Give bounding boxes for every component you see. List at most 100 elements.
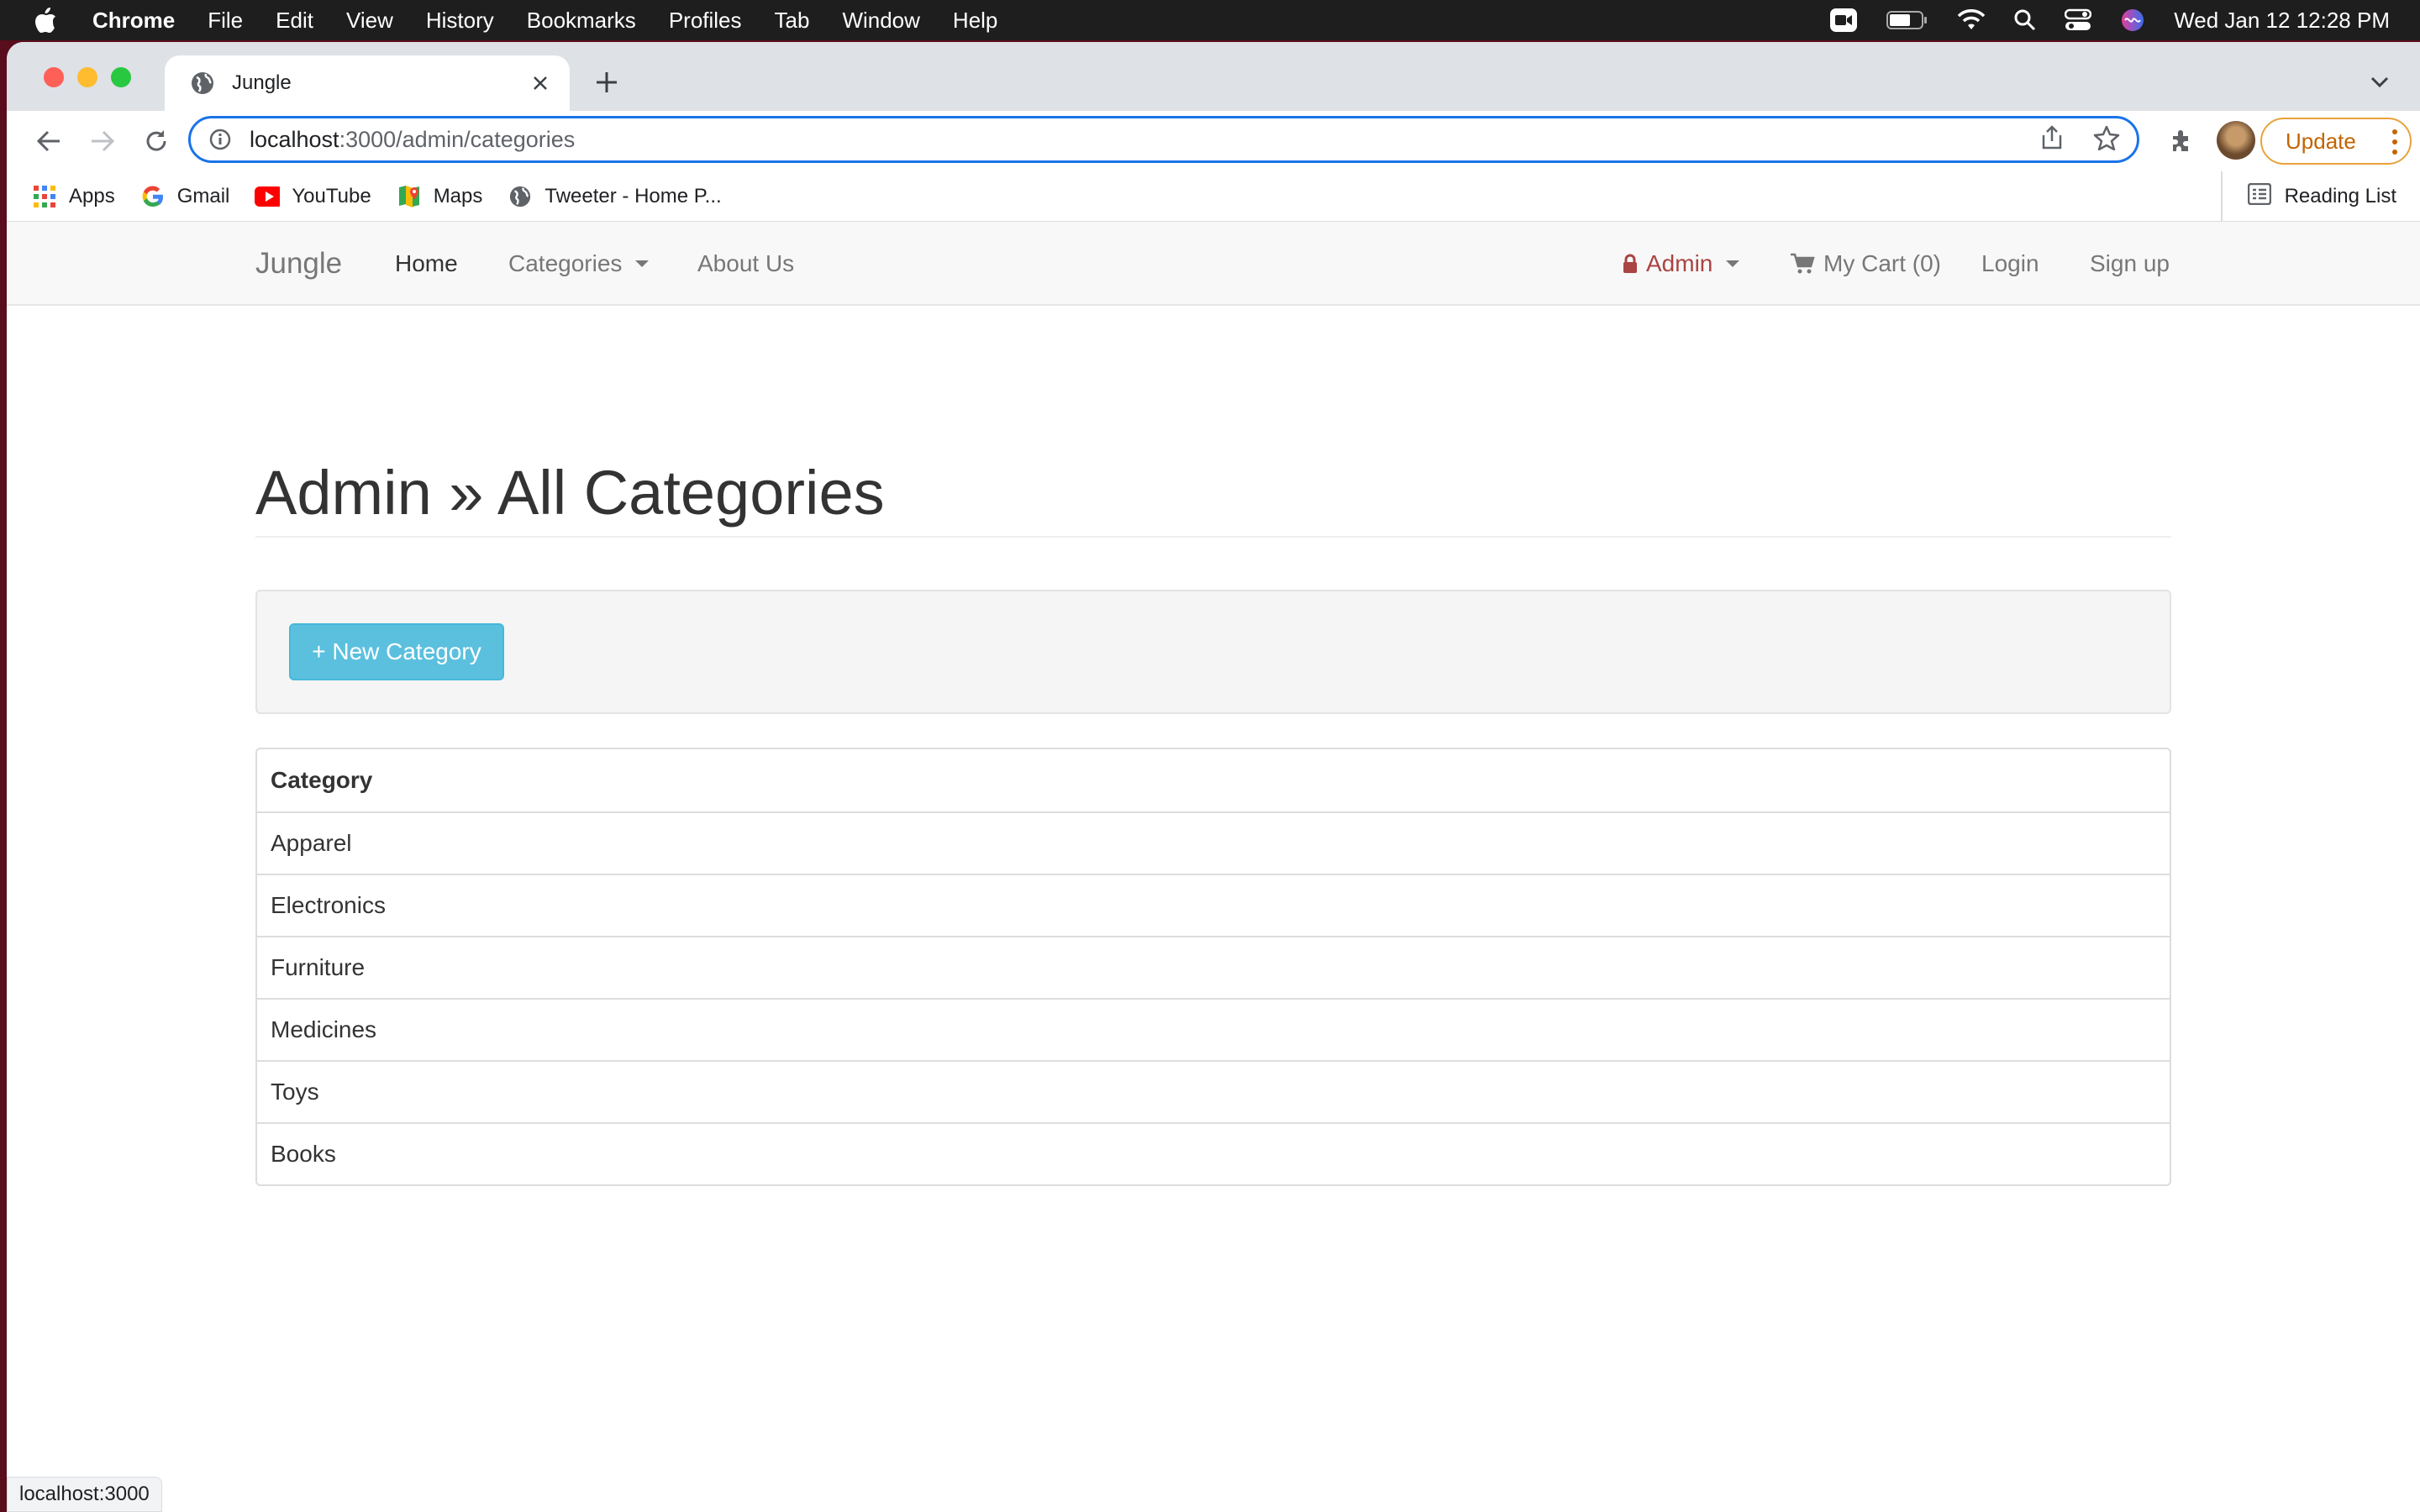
bookmark-gmail[interactable]: Gmail [140,184,230,209]
tab-jungle[interactable]: Jungle [165,55,570,111]
update-chrome-button[interactable]: Update [2260,118,2412,165]
brand-link[interactable]: Jungle [255,247,342,281]
bookmark-label: Tweeter - Home P... [544,184,722,207]
column-header-category: Category [271,767,373,793]
table-header-row: Category [257,749,2170,811]
reading-list-label: Reading List [2284,185,2396,207]
reading-list-icon [2247,182,2271,211]
category-name: Furniture [271,954,366,980]
web-page: Jungle Home Categories About Us Admin My… [7,222,2420,1512]
url-text[interactable]: localhost:3000/admin/categories [250,127,575,153]
shopping-cart-icon [1791,253,1815,274]
share-icon[interactable] [2041,124,2063,155]
caret-down-icon [1726,260,1740,267]
globe-icon [190,71,215,96]
menu-tab[interactable]: Tab [775,8,810,34]
lock-icon [1623,254,1637,273]
table-row: Toys [257,1060,2170,1122]
category-name: Books [271,1141,336,1167]
nav-home[interactable]: Home [395,250,458,277]
bookmark-star-icon[interactable] [2093,125,2120,155]
camera-status-icon[interactable] [1829,8,1858,33]
table-row: Furniture [257,936,2170,998]
profile-avatar[interactable] [2217,121,2255,160]
wifi-icon[interactable] [1957,9,1986,31]
nav-admin-label: Admin [1646,250,1713,276]
nav-about[interactable]: About Us [697,250,794,277]
menu-chrome[interactable]: Chrome [92,8,175,34]
bookmark-maps[interactable]: Maps [397,184,483,209]
zoom-window-button[interactable] [111,67,131,87]
table-row: Electronics [257,874,2170,936]
globe-icon [508,184,533,209]
category-name: Medicines [271,1016,377,1042]
menu-edit[interactable]: Edit [276,8,313,34]
new-tab-icon[interactable] [590,66,623,99]
apple-icon[interactable] [34,6,59,34]
youtube-icon [255,184,281,209]
table-row: Medicines [257,998,2170,1060]
battery-icon[interactable] [1886,10,1928,30]
maps-pin-icon [397,184,422,209]
site-navbar: Jungle Home Categories About Us Admin My… [7,222,2420,306]
category-name: Apparel [271,830,352,856]
macos-menu-bar: Chrome File Edit View History Bookmarks … [0,0,2420,40]
menu-view[interactable]: View [346,8,393,34]
new-category-button[interactable]: + New Category [289,623,504,680]
nav-admin-dropdown[interactable]: Admin [1623,250,1740,277]
nav-login[interactable]: Login [1981,250,2039,277]
browser-toolbar: localhost:3000/admin/categories Update [7,111,2420,171]
categories-table: Category Apparel Electronics Furniture M… [255,748,2171,1186]
menu-history[interactable]: History [426,8,494,34]
url-host: localhost [250,126,339,152]
close-tab-icon[interactable] [528,71,553,96]
category-name: Electronics [271,892,386,918]
address-bar[interactable]: localhost:3000/admin/categories [188,116,2139,163]
nav-cart-label: My Cart (0) [1823,250,1941,276]
page-header: Admin » All Categories [255,457,2171,538]
bookmark-tweeter[interactable]: Tweeter - Home P... [508,184,722,209]
actions-well: + New Category [255,590,2171,714]
menu-window[interactable]: Window [842,8,919,34]
menu-bar-clock[interactable]: Wed Jan 12 12:28 PM [2174,8,2390,34]
browser-window: Jungle localhost:3000/admin/categories U… [7,42,2420,1512]
menu-bookmarks[interactable]: Bookmarks [527,8,636,34]
bookmarks-bar: Apps Gmail YouTube Maps Tweeter - Home P… [7,171,2420,222]
url-path: :3000/admin/categories [339,126,576,152]
minimize-window-button[interactable] [77,67,97,87]
bookmark-label: YouTube [292,184,371,207]
forward-arrow-icon[interactable] [84,123,121,160]
nav-categories-label: Categories [508,250,623,276]
extensions-puzzle-icon[interactable] [2163,123,2200,160]
close-window-button[interactable] [44,67,64,87]
caret-down-icon [635,260,650,267]
reading-list-button[interactable]: Reading List [2220,171,2396,222]
menu-help[interactable]: Help [953,8,997,34]
nav-signup[interactable]: Sign up [2090,250,2170,277]
apps-grid-icon [32,184,57,209]
site-info-icon[interactable] [208,127,233,152]
bookmark-label: Apps [69,184,115,207]
bookmark-apps[interactable]: Apps [32,184,115,209]
page-title: Admin » All Categories [255,458,885,528]
spotlight-search-icon[interactable] [2014,9,2036,31]
category-name: Toys [271,1079,319,1105]
nav-cart[interactable]: My Cart (0) [1790,250,1941,277]
nav-categories-dropdown[interactable]: Categories [508,250,650,277]
reload-icon[interactable] [138,123,175,160]
bookmark-label: Gmail [176,184,230,207]
menu-file[interactable]: File [208,8,243,34]
siri-icon[interactable] [2120,8,2145,33]
table-row: Apparel [257,811,2170,874]
bookmark-label: Maps [433,184,483,207]
more-menu-icon[interactable] [2391,129,2398,155]
control-center-icon[interactable] [2065,8,2092,32]
tab-strip: Jungle [7,42,2420,111]
back-arrow-icon[interactable] [30,123,67,160]
menu-profiles[interactable]: Profiles [669,8,742,34]
table-row: Books [257,1122,2170,1184]
tab-search-chevron-icon[interactable] [2365,67,2395,97]
google-icon [140,184,166,209]
tab-title: Jungle [232,71,292,94]
bookmark-youtube[interactable]: YouTube [255,184,371,209]
